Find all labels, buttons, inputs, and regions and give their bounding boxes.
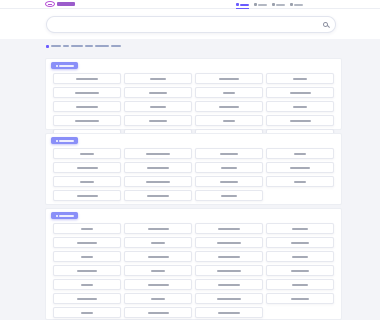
category-link[interactable] — [124, 87, 192, 98]
category-link[interactable] — [124, 176, 192, 187]
category-link[interactable] — [195, 87, 263, 98]
category-link[interactable] — [266, 148, 334, 159]
category-link[interactable] — [195, 73, 263, 84]
category-link[interactable] — [53, 162, 121, 173]
logo-wordmark — [57, 2, 75, 6]
category-link[interactable] — [53, 279, 121, 290]
nav-label — [294, 3, 303, 6]
category-panel-3 — [45, 208, 342, 320]
tag-icon — [55, 214, 58, 217]
grid-icon — [254, 3, 257, 6]
tag-icon — [55, 64, 58, 67]
book-icon — [272, 3, 275, 6]
category-link[interactable] — [195, 265, 263, 276]
category-link[interactable] — [53, 237, 121, 248]
category-link[interactable] — [124, 73, 192, 84]
tag-icon — [55, 139, 58, 142]
breadcrumb-item[interactable] — [111, 45, 121, 47]
category-link[interactable] — [53, 251, 121, 262]
category-link[interactable] — [195, 251, 263, 262]
category-link[interactable] — [124, 293, 192, 304]
breadcrumb-item[interactable] — [51, 45, 61, 47]
top-navigation-bar — [0, 0, 380, 9]
category-link[interactable] — [266, 279, 334, 290]
home-icon[interactable] — [46, 44, 49, 48]
nav-label — [240, 3, 249, 6]
category-link[interactable] — [266, 293, 334, 304]
link-grid — [53, 223, 334, 318]
category-link[interactable] — [195, 223, 263, 234]
nav-item-0[interactable] — [236, 0, 249, 9]
home-icon — [236, 3, 239, 6]
breadcrumb-item[interactable] — [85, 45, 93, 47]
category-link[interactable] — [195, 307, 263, 318]
category-link[interactable] — [195, 162, 263, 173]
category-link[interactable] — [124, 101, 192, 112]
category-link[interactable] — [53, 190, 121, 201]
category-panel-2 — [45, 133, 342, 205]
section-title-tag — [51, 137, 78, 144]
category-link[interactable] — [53, 293, 121, 304]
category-link[interactable] — [124, 223, 192, 234]
category-link[interactable] — [266, 251, 334, 262]
category-link[interactable] — [53, 115, 121, 126]
site-logo[interactable] — [45, 1, 75, 7]
link-grid — [53, 148, 334, 201]
search-button[interactable] — [321, 20, 331, 30]
category-link[interactable] — [266, 237, 334, 248]
nav-label — [276, 3, 285, 6]
category-link[interactable] — [124, 307, 192, 318]
breadcrumb-item[interactable] — [95, 45, 109, 47]
logo-mark-icon — [45, 1, 55, 7]
nav-item-2[interactable] — [272, 0, 285, 9]
category-link[interactable] — [195, 279, 263, 290]
category-panel-1 — [45, 58, 342, 140]
category-link[interactable] — [266, 223, 334, 234]
category-link[interactable] — [266, 115, 334, 126]
category-link[interactable] — [195, 293, 263, 304]
nav-item-3[interactable] — [290, 0, 303, 9]
section-title-tag — [51, 212, 78, 219]
nav-item-1[interactable] — [254, 0, 267, 9]
category-link[interactable] — [266, 87, 334, 98]
search-input[interactable] — [55, 21, 315, 29]
category-link[interactable] — [195, 190, 263, 201]
category-link[interactable] — [266, 73, 334, 84]
breadcrumb — [46, 44, 121, 48]
category-link[interactable] — [124, 279, 192, 290]
category-link[interactable] — [53, 176, 121, 187]
breadcrumb-item[interactable] — [63, 45, 69, 47]
category-link[interactable] — [124, 148, 192, 159]
main-nav — [236, 0, 303, 9]
category-link[interactable] — [53, 73, 121, 84]
category-link[interactable] — [266, 176, 334, 187]
category-link[interactable] — [53, 148, 121, 159]
search-box — [46, 16, 336, 33]
category-link[interactable] — [195, 237, 263, 248]
nav-label — [258, 3, 267, 6]
category-link[interactable] — [124, 251, 192, 262]
category-link[interactable] — [124, 115, 192, 126]
category-link[interactable] — [266, 101, 334, 112]
section-title-tag — [51, 62, 78, 69]
category-link[interactable] — [53, 265, 121, 276]
category-link[interactable] — [266, 162, 334, 173]
category-link[interactable] — [124, 162, 192, 173]
user-icon — [290, 3, 293, 6]
category-link[interactable] — [195, 115, 263, 126]
category-link[interactable] — [124, 237, 192, 248]
category-link[interactable] — [124, 265, 192, 276]
category-link[interactable] — [53, 87, 121, 98]
category-link[interactable] — [195, 101, 263, 112]
category-link[interactable] — [124, 190, 192, 201]
category-link[interactable] — [195, 176, 263, 187]
category-link[interactable] — [266, 265, 334, 276]
breadcrumb-item[interactable] — [71, 45, 83, 47]
link-grid — [53, 73, 334, 140]
category-link[interactable] — [53, 223, 121, 234]
category-link[interactable] — [53, 101, 121, 112]
category-link[interactable] — [53, 307, 121, 318]
category-link[interactable] — [195, 148, 263, 159]
